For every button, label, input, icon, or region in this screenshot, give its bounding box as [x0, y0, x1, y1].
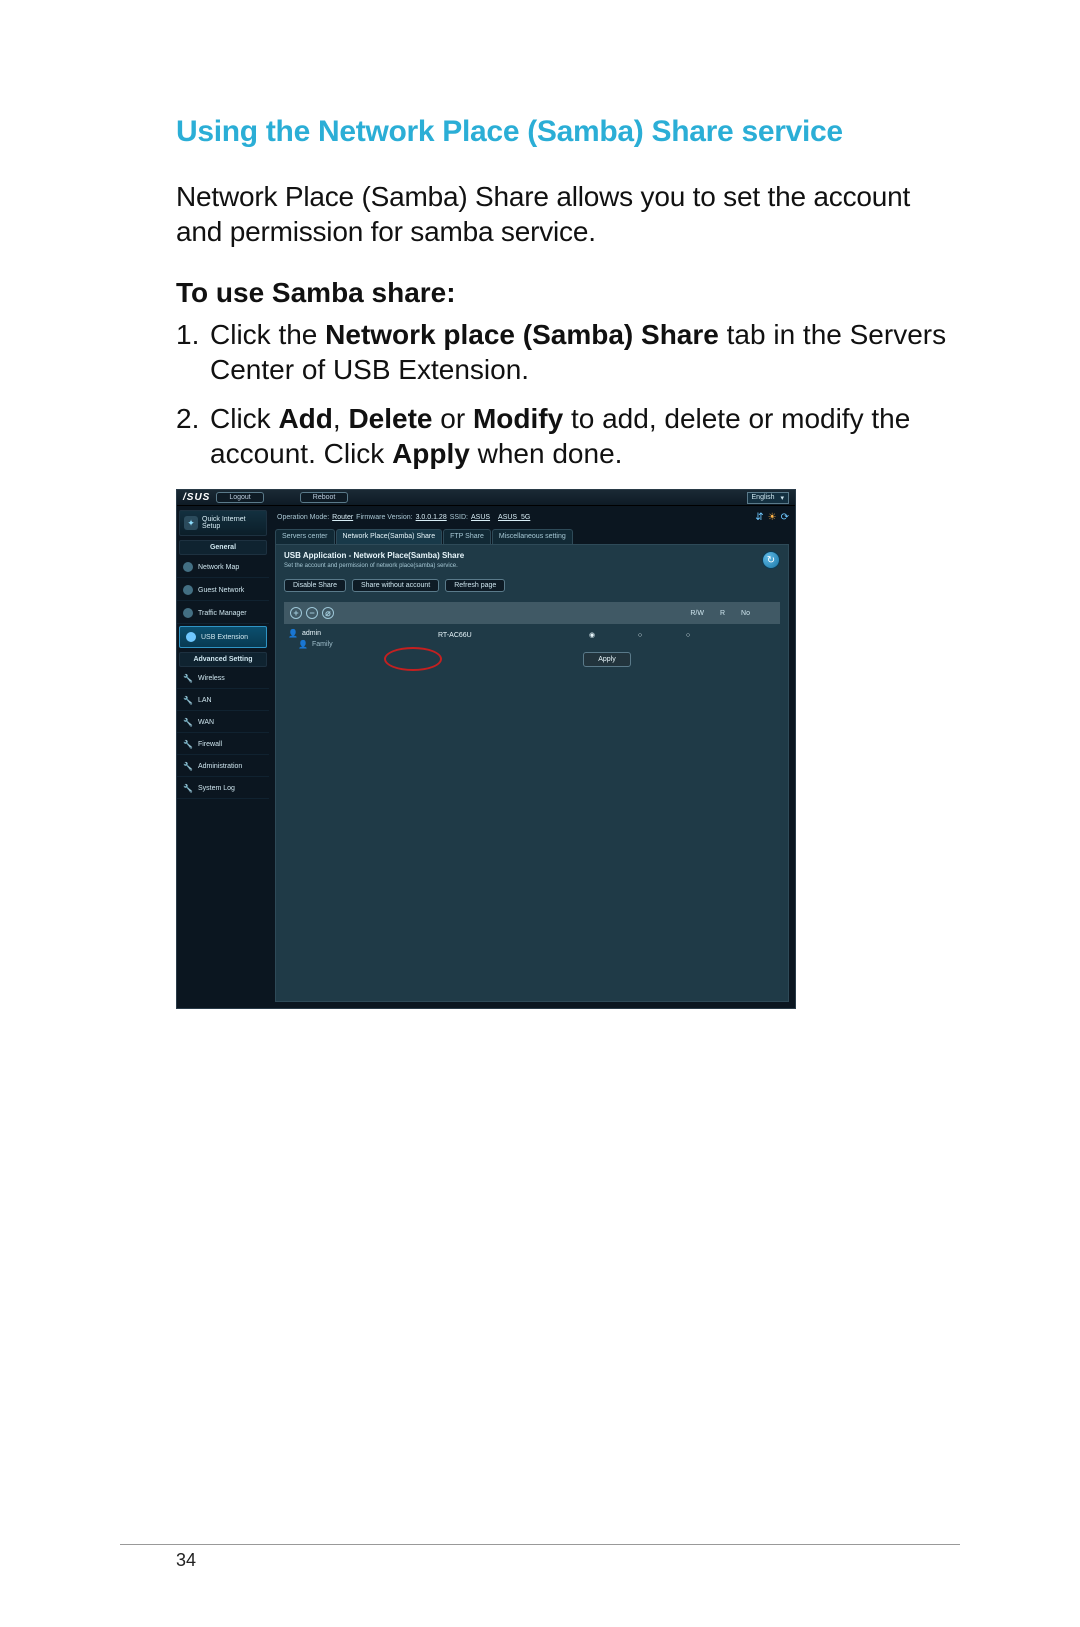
- wifi-icon: ⇵: [755, 512, 763, 523]
- person-icon: 👤: [298, 640, 308, 649]
- sidebar-heading-general: General: [179, 540, 267, 555]
- tab-servers-center[interactable]: Servers center: [275, 529, 335, 544]
- firmware-version-link[interactable]: 3.0.0.1.28: [416, 514, 447, 521]
- reboot-button[interactable]: Reboot: [300, 492, 349, 503]
- perm-r-radio[interactable]: ○: [616, 632, 664, 639]
- person-icon: 👤: [288, 629, 298, 638]
- disable-share-button[interactable]: Disable Share: [284, 579, 346, 592]
- panel-subtitle: Set the account and permission of networ…: [284, 563, 780, 569]
- page-number: 34: [176, 1550, 196, 1571]
- status-icons: ⇵ ☀ ⟳: [755, 512, 789, 523]
- sidebar-item-traffic-manager[interactable]: Traffic Manager: [177, 603, 269, 624]
- users-icon: [183, 585, 193, 595]
- step-2: 2. Click Add, Delete or Modify to add, d…: [210, 401, 960, 471]
- account-admin[interactable]: 👤admin: [288, 628, 430, 639]
- sidebar-item-wan[interactable]: 🔧WAN: [177, 713, 269, 733]
- footer-rule: [120, 1544, 960, 1545]
- tab-network-place-samba-share[interactable]: Network Place(Samba) Share: [336, 529, 443, 544]
- samba-share-panel: ↻ USB Application - Network Place(Samba)…: [275, 545, 789, 1002]
- section-title: Using the Network Place (Samba) Share se…: [176, 115, 960, 149]
- wrench-icon: 🔧: [183, 674, 193, 683]
- wizard-icon: ✦: [184, 516, 198, 530]
- tab-misc-setting[interactable]: Miscellaneous setting: [492, 529, 573, 544]
- share-name: RT-AC66U: [438, 632, 568, 639]
- panel-button-row: Disable Share Share without account Refr…: [284, 579, 780, 592]
- sidebar-item-guest-network[interactable]: Guest Network: [177, 580, 269, 601]
- traffic-icon: [183, 608, 193, 618]
- logout-button[interactable]: Logout: [216, 492, 263, 503]
- globe-icon: [183, 562, 193, 572]
- sidebar-item-wireless[interactable]: 🔧Wireless: [177, 669, 269, 689]
- usb-icon: [186, 632, 196, 642]
- add-account-button[interactable]: +: [290, 607, 302, 619]
- language-select[interactable]: English: [747, 492, 789, 504]
- instructions-list: 1. Click the Network place (Samba) Share…: [176, 317, 960, 471]
- perm-rw-radio[interactable]: ◉: [568, 631, 616, 639]
- accounts-table-header: + − ⌀ R/W R No: [284, 602, 780, 624]
- wrench-icon: 🔧: [183, 784, 193, 793]
- accounts-table-body: 👤admin 👤Family RT-AC66U ◉ ○ ○ Apply: [284, 624, 780, 671]
- delete-account-button[interactable]: −: [306, 607, 318, 619]
- wrench-icon: 🔧: [183, 696, 193, 705]
- sidebar-item-system-log[interactable]: 🔧System Log: [177, 779, 269, 799]
- sidebar-item-lan[interactable]: 🔧LAN: [177, 691, 269, 711]
- clock-icon: ⟳: [781, 512, 789, 523]
- wrench-icon: 🔧: [183, 740, 193, 749]
- status-row: Operation Mode: Router Firmware Version:…: [275, 510, 789, 529]
- col-no: No: [741, 610, 750, 617]
- step-1: 1. Click the Network place (Samba) Share…: [210, 317, 960, 387]
- refresh-page-button[interactable]: Refresh page: [445, 579, 505, 592]
- intro-paragraph: Network Place (Samba) Share allows you t…: [176, 179, 960, 249]
- permission-row: RT-AC66U ◉ ○ ○: [438, 628, 776, 642]
- sidebar: ✦ Quick Internet Setup General Network M…: [177, 506, 269, 1008]
- sidebar-heading-advanced: Advanced Setting: [179, 652, 267, 667]
- permissions-grid: RT-AC66U ◉ ○ ○ Apply: [434, 624, 780, 671]
- tab-row: Servers center Network Place(Samba) Shar…: [275, 529, 789, 545]
- ssid-1-link[interactable]: ASUS: [471, 514, 490, 521]
- perm-no-radio[interactable]: ○: [664, 632, 712, 639]
- topbar: /SUS Logout Reboot English: [177, 490, 795, 506]
- content-area: Operation Mode: Router Firmware Version:…: [269, 506, 795, 1008]
- operation-mode-link[interactable]: Router: [332, 514, 353, 521]
- share-without-account-button[interactable]: Share without account: [352, 579, 439, 592]
- tab-ftp-share[interactable]: FTP Share: [443, 529, 491, 544]
- apply-button[interactable]: Apply: [583, 652, 631, 667]
- wrench-icon: 🔧: [183, 718, 193, 727]
- quick-setup-button[interactable]: ✦ Quick Internet Setup: [179, 510, 267, 536]
- panel-title: USB Application - Network Place(Samba) S…: [284, 551, 780, 560]
- instructions-subhead: To use Samba share:: [176, 277, 960, 309]
- col-r: R: [720, 610, 725, 617]
- quick-setup-label: Quick Internet Setup: [202, 516, 246, 530]
- router-ui-screenshot: /SUS Logout Reboot English ✦ Quick Inter…: [176, 489, 796, 1009]
- highlight-circle-icon: [384, 647, 442, 671]
- sidebar-item-administration[interactable]: 🔧Administration: [177, 757, 269, 777]
- brand-logo: /SUS: [183, 492, 210, 503]
- reload-button[interactable]: ↻: [762, 551, 780, 569]
- modify-account-button[interactable]: ⌀: [322, 607, 334, 619]
- ssid-2-link[interactable]: ASUS_5G: [498, 514, 530, 521]
- wrench-icon: 🔧: [183, 762, 193, 771]
- signal-icon: ☀: [768, 512, 777, 523]
- sidebar-item-network-map[interactable]: Network Map: [177, 557, 269, 578]
- sidebar-item-firewall[interactable]: 🔧Firewall: [177, 735, 269, 755]
- col-rw: R/W: [690, 610, 704, 617]
- sidebar-item-usb-extension[interactable]: USB Extension: [179, 626, 267, 648]
